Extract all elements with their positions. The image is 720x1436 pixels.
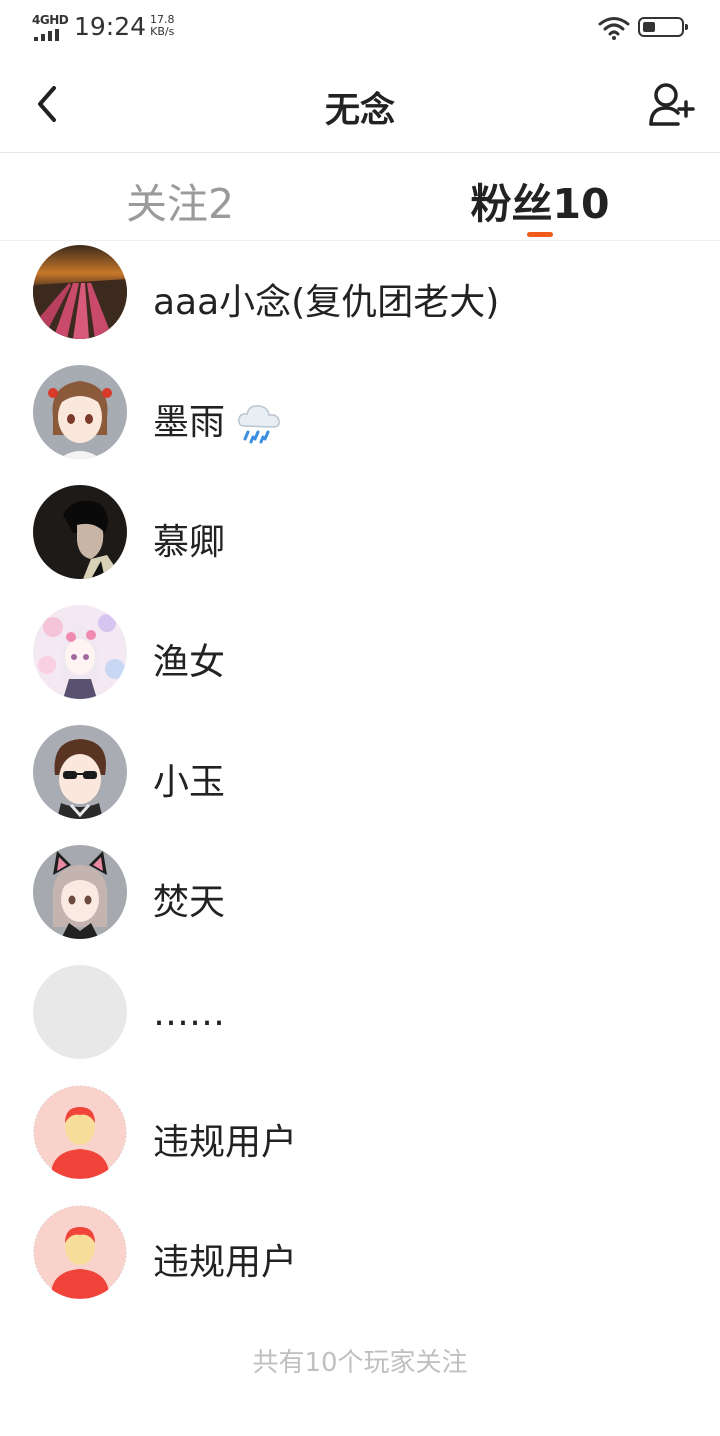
follower-name: 墨雨 [153,393,282,446]
rain-cloud-icon [238,405,281,444]
list-item[interactable]: 违规用户 [0,1081,720,1201]
nav-bar: 无念 [0,56,720,153]
follower-count-note: 共有10个玩家关注 [252,1348,468,1378]
avatar[interactable] [33,1205,127,1299]
speed-unit: KB/s [150,25,175,38]
network-type: 4GHD [32,13,69,27]
avatar[interactable] [33,845,127,939]
list-item[interactable]: 渔女 [0,601,720,721]
tab-followers[interactable]: 粉丝10 [360,170,720,230]
list-item[interactable]: 墨雨 [0,361,720,481]
tab-following[interactable]: 关注2 [0,170,360,230]
follower-name: 小玉 [153,762,226,803]
list-item[interactable]: aaa小念(复仇团老大) [0,241,720,361]
active-tab-indicator [527,232,553,237]
follower-name-text: 墨雨 [153,402,226,443]
list-item[interactable]: 焚天 [0,841,720,961]
add-user-icon [649,83,695,126]
follower-name: 渔女 [153,642,226,683]
list-item[interactable]: …… [0,961,720,1081]
avatar[interactable] [33,965,127,1059]
follower-name: 焚天 [153,882,226,923]
follower-name: 违规用户 [153,1122,298,1163]
follower-name: 违规用户 [153,1242,298,1283]
add-user-button[interactable] [646,80,696,130]
avatar[interactable] [33,1085,127,1179]
cellular-signal-icon: 4GHD [32,13,70,41]
list-item[interactable]: 小玉 [0,721,720,841]
avatar[interactable] [33,365,127,459]
wifi-icon [598,17,630,40]
tab-bar: 关注2 粉丝10 [0,152,720,241]
avatar[interactable] [33,485,127,579]
follower-list: aaa小念(复仇团老大) 墨雨 慕卿 渔女 小玉 焚天 …… 违规用户 违规用户 [0,241,720,1321]
status-bar: 4GHD 19:24 17.8 KB/s [0,0,720,56]
avatar[interactable] [33,725,127,819]
follower-name: aaa小念(复仇团老大) [153,282,500,323]
avatar[interactable] [33,245,127,339]
follower-name: 慕卿 [153,522,226,563]
status-time: 19:24 [74,12,147,41]
page-title: 无念 [324,91,395,131]
battery-icon [638,17,688,37]
follower-name: …… [153,993,225,1034]
network-speed: 17.8 KB/s [150,14,175,38]
list-item[interactable]: 违规用户 [0,1201,720,1321]
list-item[interactable]: 慕卿 [0,481,720,601]
avatar[interactable] [33,605,127,699]
